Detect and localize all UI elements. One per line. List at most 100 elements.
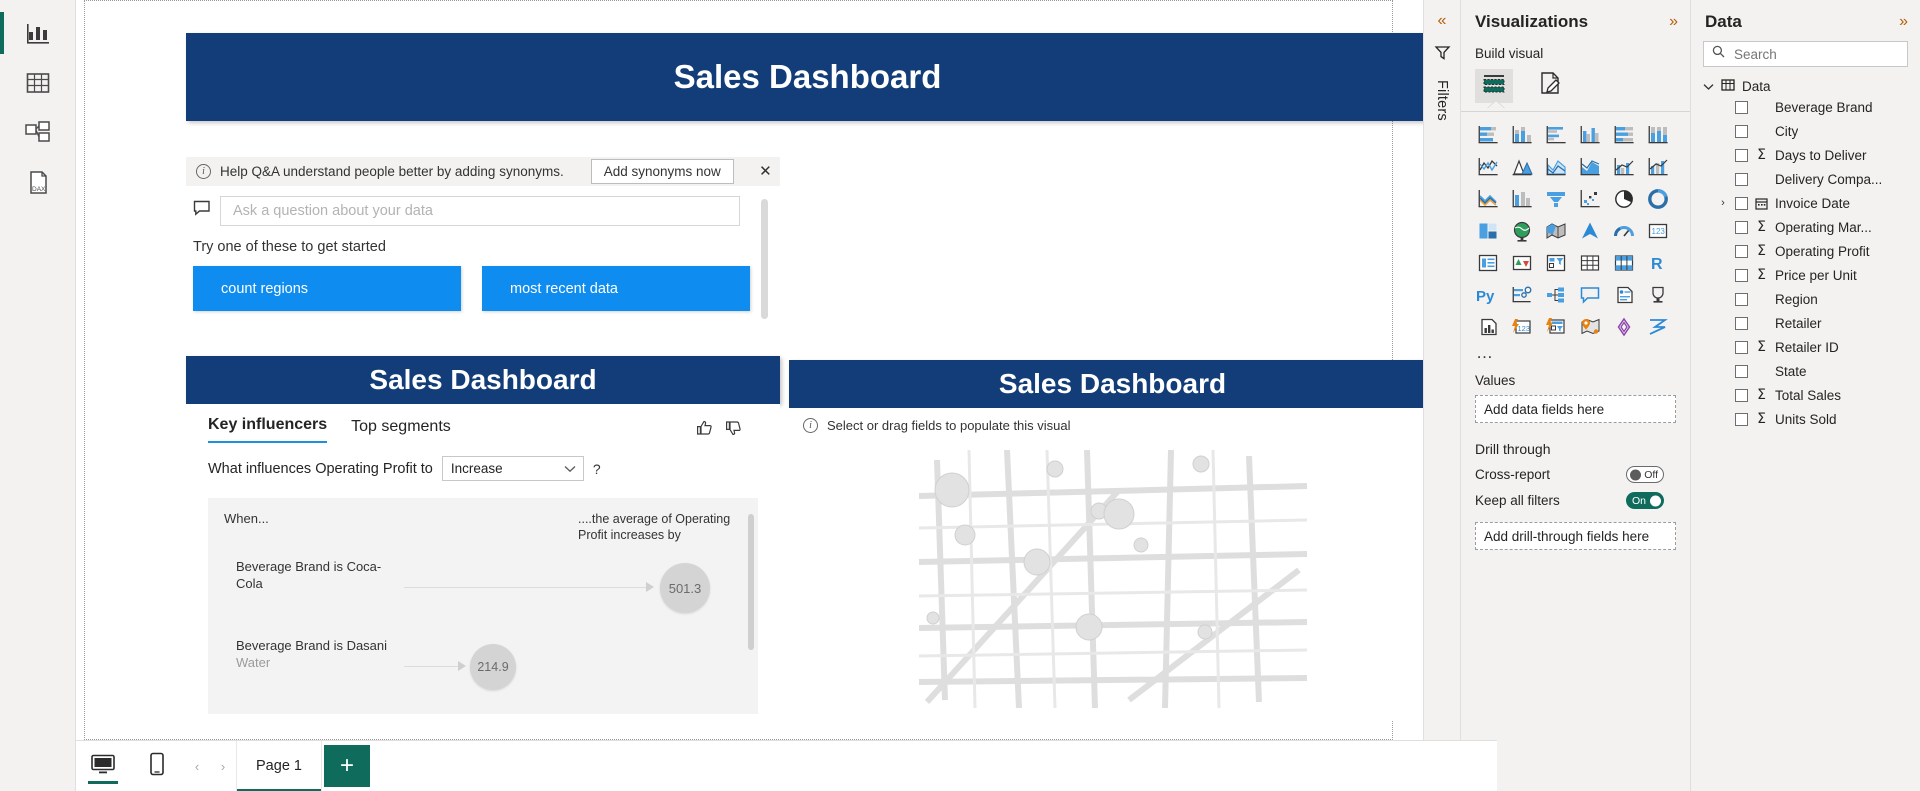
field-checkbox[interactable] (1735, 124, 1748, 138)
rail-item-table-view[interactable] (0, 58, 76, 108)
viz-card-icon[interactable]: 123 (1644, 218, 1672, 244)
data-field-row[interactable]: Σ Total Sales (1691, 383, 1920, 407)
viz-stacked-bar-chart-icon[interactable] (1474, 122, 1502, 148)
data-field-row[interactable]: Σ Units Sold (1691, 407, 1920, 431)
next-page-button[interactable]: › (210, 741, 236, 791)
viz-multi-row-card-icon[interactable] (1474, 250, 1502, 276)
data-table-node[interactable]: Data (1691, 67, 1920, 95)
field-checkbox[interactable] (1735, 364, 1748, 378)
expand-visualizations-icon[interactable]: » (1669, 14, 1678, 30)
field-checkbox[interactable] (1735, 172, 1748, 186)
viz-ribbon-chart-icon[interactable] (1644, 154, 1672, 180)
viz-clustered-bar-chart-icon[interactable] (1542, 122, 1570, 148)
data-field-row[interactable]: › Invoice Date (1691, 191, 1920, 215)
viz-gauge-icon[interactable] (1610, 218, 1638, 244)
data-field-row[interactable]: State (1691, 359, 1920, 383)
field-checkbox[interactable] (1735, 100, 1748, 114)
desktop-layout-button[interactable] (76, 741, 130, 791)
key-influencers-scrollbar[interactable] (748, 514, 754, 650)
viz-table-icon[interactable] (1576, 250, 1604, 276)
filter-icon[interactable] (1434, 44, 1451, 66)
rail-item-report-view[interactable] (0, 8, 76, 58)
qna-chip-most-recent-data[interactable]: most recent data (482, 266, 750, 311)
viz-slicer-icon[interactable] (1542, 250, 1570, 276)
field-checkbox[interactable] (1735, 292, 1748, 306)
viz-scatter-chart-icon[interactable] (1576, 186, 1604, 212)
page-tab-page-1[interactable]: Page 1 (236, 740, 322, 791)
data-field-row[interactable]: Beverage Brand (1691, 95, 1920, 119)
values-well-dropzone[interactable]: Add data fields here (1475, 395, 1676, 423)
chevron-down-icon[interactable] (1703, 79, 1714, 94)
viz-treemap-icon[interactable] (1474, 218, 1502, 244)
report-canvas[interactable]: Sales Dashboard i Help Q&A understand pe… (76, 0, 1423, 791)
data-field-row[interactable]: Delivery Compa... (1691, 167, 1920, 191)
viz-smart-narrative-icon[interactable] (1610, 282, 1638, 308)
fields-tab-button[interactable] (1475, 69, 1513, 103)
data-field-row[interactable]: City (1691, 119, 1920, 143)
analysis-direction-select[interactable]: Increase (441, 456, 584, 481)
viz-filled-map-icon[interactable] (1542, 218, 1570, 244)
field-checkbox[interactable] (1735, 388, 1748, 402)
tab-top-segments[interactable]: Top segments (351, 418, 451, 443)
format-tab-button[interactable] (1531, 69, 1569, 103)
viz-line-stacked-column-chart-icon[interactable] (1576, 154, 1604, 180)
viz-key-influencers-icon[interactable] (1508, 282, 1536, 308)
map-tile-area[interactable] (919, 450, 1309, 712)
previous-page-button[interactable]: ‹ (184, 741, 210, 791)
viz-donut-chart-icon[interactable] (1644, 186, 1672, 212)
help-icon[interactable]: ? (593, 461, 601, 477)
viz-arcgis-map-icon[interactable] (1576, 314, 1604, 340)
viz-funnel-icon[interactable] (1542, 186, 1570, 212)
data-field-row[interactable]: Region (1691, 287, 1920, 311)
close-icon[interactable]: ✕ (757, 163, 774, 181)
viz-waterfall-chart-icon[interactable] (1474, 186, 1502, 212)
collapse-panes-icon[interactable]: « (1438, 12, 1447, 30)
viz-clustered-column-chart-icon[interactable] (1576, 122, 1604, 148)
viz-r-script-visual-icon[interactable]: R (1644, 250, 1672, 276)
field-checkbox[interactable] (1735, 244, 1748, 258)
tab-key-influencers[interactable]: Key influencers (208, 416, 328, 443)
viz-map-icon[interactable] (1508, 218, 1536, 244)
viz-power-apps-icon[interactable]: 123 (1508, 314, 1536, 340)
key-influencers-visual[interactable]: Key influencers Top segments What influe… (186, 404, 780, 720)
viz-azure-map-icon[interactable] (1576, 218, 1604, 244)
key-influencer-row[interactable]: Beverage Brand is Coca-Cola 501.3 (208, 559, 758, 624)
data-field-row[interactable]: Σ Price per Unit (1691, 263, 1920, 287)
viz-100-stacked-bar-chart-icon[interactable] (1610, 122, 1638, 148)
data-field-row[interactable]: Retailer (1691, 311, 1920, 335)
viz-line-chart-icon[interactable] (1474, 154, 1502, 180)
field-checkbox[interactable] (1735, 412, 1748, 426)
viz-decomposition-tree-icon[interactable] (1542, 282, 1570, 308)
field-checkbox[interactable] (1735, 196, 1748, 210)
title-banner-main[interactable]: Sales Dashboard (186, 33, 1423, 121)
viz-100-stacked-column-chart-icon[interactable] (1644, 122, 1672, 148)
qna-visual[interactable]: i Help Q&A understand people better by a… (186, 157, 780, 342)
title-banner-map[interactable]: Sales Dashboard (789, 360, 1423, 408)
viz-paginated-report-icon[interactable] (1474, 314, 1502, 340)
qna-scrollbar[interactable] (761, 199, 768, 319)
chevron-right-icon[interactable]: › (1717, 197, 1729, 209)
viz-funnel-chart-icon[interactable] (1508, 186, 1536, 212)
viz-matrix-icon[interactable] (1610, 250, 1638, 276)
viz-metrics-icon[interactable] (1644, 282, 1672, 308)
cross-report-toggle[interactable]: Off (1626, 466, 1664, 483)
data-field-row[interactable]: Σ Retailer ID (1691, 335, 1920, 359)
data-field-row[interactable]: Σ Operating Mar... (1691, 215, 1920, 239)
viz-area-chart-icon[interactable] (1508, 154, 1536, 180)
filters-pane-label[interactable]: Filters (1434, 80, 1450, 121)
viz-qna-icon[interactable] (1576, 282, 1604, 308)
field-checkbox[interactable] (1735, 148, 1748, 162)
viz-pie-chart-icon[interactable] (1610, 186, 1638, 212)
viz-stacked-area-chart-icon[interactable] (1542, 154, 1570, 180)
viz-zebra-bi-icon[interactable] (1644, 314, 1672, 340)
influencer-value-bubble[interactable]: 214.9 (470, 644, 516, 690)
rail-item-dax-query-view[interactable]: DAX (0, 158, 76, 208)
field-checkbox[interactable] (1735, 316, 1748, 330)
field-checkbox[interactable] (1735, 268, 1748, 282)
keep-all-filters-toggle[interactable]: On (1626, 492, 1664, 509)
viz-python-visual-icon[interactable]: Py (1474, 282, 1502, 308)
thumbs-down-icon[interactable] (725, 420, 742, 441)
rail-item-model-view[interactable] (0, 108, 76, 158)
title-banner-key-influencers[interactable]: Sales Dashboard (186, 356, 780, 404)
qna-chip-count-regions[interactable]: count regions (193, 266, 461, 311)
